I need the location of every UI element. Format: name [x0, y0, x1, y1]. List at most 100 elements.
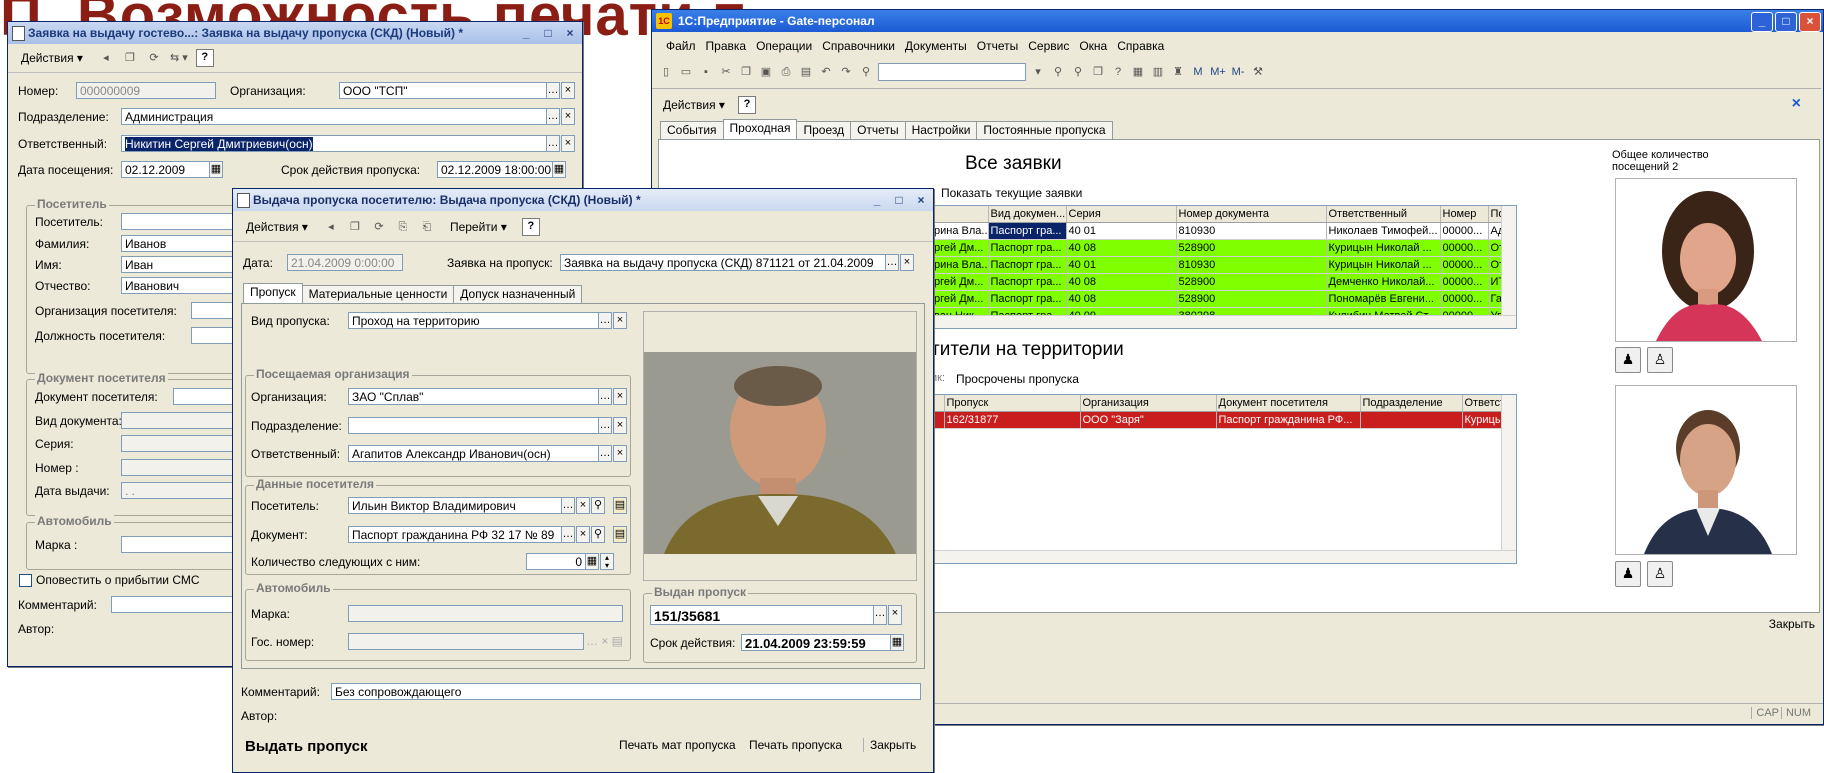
visitors-vscroll[interactable]: [1501, 395, 1516, 551]
undo-icon[interactable]: ↶: [818, 64, 834, 80]
clear-button[interactable]: ×: [576, 526, 590, 543]
menu-documents[interactable]: Документы: [905, 39, 967, 53]
unpost-icon[interactable]: ⎗: [419, 219, 435, 235]
calendar-icon[interactable]: ▦: [552, 161, 566, 178]
clear-button[interactable]: ×: [561, 135, 575, 152]
visitors-hscroll[interactable]: [932, 550, 1516, 563]
visitor-field[interactable]: [121, 213, 241, 230]
tab-material-values[interactable]: Материальные ценности: [301, 285, 455, 303]
cut-icon[interactable]: ✂: [718, 64, 734, 80]
tab-permanent-passes[interactable]: Постоянные пропуска: [976, 121, 1113, 139]
column-header[interactable]: [932, 206, 989, 223]
visitor-field[interactable]: Ильин Виктор Владимирович: [348, 497, 562, 514]
clear-button[interactable]: ×: [613, 445, 627, 462]
clear-button[interactable]: ×: [613, 388, 627, 405]
validity-field[interactable]: 21.04.2009 23:59:59: [741, 634, 891, 651]
surname-field[interactable]: Иванов: [121, 235, 241, 252]
menu-windows[interactable]: Окна: [1079, 39, 1107, 53]
calculator-icon[interactable]: ▦: [1130, 64, 1146, 80]
select-button[interactable]: …: [546, 82, 560, 99]
column-header[interactable]: Серия: [1066, 206, 1177, 223]
visit-date-field[interactable]: 02.12.2009: [121, 161, 210, 178]
back-icon[interactable]: ◂: [98, 50, 114, 66]
tab-events[interactable]: События: [660, 121, 724, 139]
calendar-icon[interactable]: ▦: [209, 161, 223, 178]
find-next-icon[interactable]: ⚲: [1050, 64, 1066, 80]
column-header[interactable]: Ответственный: [1326, 206, 1441, 223]
photo-person-icon[interactable]: ♙: [1647, 347, 1673, 373]
name-field[interactable]: Иван: [121, 256, 241, 273]
doc-type-field[interactable]: [121, 412, 241, 429]
new-icon[interactable]: ▯: [658, 64, 674, 80]
tab-settings[interactable]: Настройки: [904, 121, 978, 139]
tab-reports[interactable]: Отчеты: [850, 121, 906, 139]
series-field[interactable]: [121, 435, 241, 452]
maximize-button[interactable]: □: [1775, 12, 1797, 32]
select-button[interactable]: …: [885, 254, 899, 271]
clear-button[interactable]: ×: [900, 254, 914, 271]
select-button[interactable]: …: [561, 526, 575, 543]
paste-icon[interactable]: ▣: [758, 64, 774, 80]
plate-buttons[interactable]: … × ▤: [586, 634, 623, 648]
column-header[interactable]: Пропуск: [944, 395, 1081, 412]
table-row[interactable]: рина Вла... Паспорт гра... 40 01 810930 …: [932, 222, 1516, 240]
select-button[interactable]: …: [546, 108, 560, 125]
minimize-button[interactable]: _: [867, 192, 887, 210]
brand-field[interactable]: [348, 605, 623, 622]
clear-button[interactable]: ×: [888, 605, 902, 625]
close-window-button[interactable]: ×: [560, 25, 580, 43]
settings-icon[interactable]: ⚒: [1250, 64, 1266, 80]
plate-field[interactable]: [348, 633, 584, 650]
preview-icon[interactable]: ▤: [798, 64, 814, 80]
select-button[interactable]: …: [598, 417, 612, 434]
document-icon[interactable]: ▤: [613, 497, 627, 514]
document-field[interactable]: Паспорт гражданина РФ 32 17 № 89: [348, 526, 562, 543]
actions-dropdown[interactable]: Действия ▾: [14, 48, 90, 68]
column-header[interactable]: Номер документа: [1176, 206, 1327, 223]
photo-person-icon[interactable]: ♙: [1647, 561, 1673, 587]
redo-icon[interactable]: ↷: [838, 64, 854, 80]
issue-date-field[interactable]: . .: [121, 482, 241, 499]
column-header[interactable]: Организация: [1080, 395, 1217, 412]
search-icon[interactable]: ⚲: [591, 497, 605, 514]
clear-button[interactable]: ×: [561, 82, 575, 99]
dept-field[interactable]: [348, 417, 599, 434]
copy-icon[interactable]: ❐: [738, 64, 754, 80]
close-button[interactable]: Закрыть: [863, 738, 916, 752]
responsible-field[interactable]: Никитин Сергей Дмитриевич(осн): [121, 135, 547, 152]
refresh-icon[interactable]: ⟳: [146, 50, 162, 66]
memory-mplus-button[interactable]: M+: [1210, 64, 1226, 80]
menu-edit[interactable]: Правка: [706, 39, 747, 53]
print-icon[interactable]: ⎙: [778, 64, 794, 80]
table-row[interactable]: ргей Дм... Паспорт гра... 40 08 528900 П…: [932, 290, 1516, 308]
show-current-requests[interactable]: Показать текущие заявки: [941, 186, 1082, 200]
clear-button[interactable]: ×: [613, 312, 627, 329]
minimize-button[interactable]: _: [516, 25, 536, 43]
companions-field[interactable]: 0: [526, 553, 586, 570]
select-button[interactable]: …: [546, 135, 560, 152]
tab-checkpoint[interactable]: Проходная: [722, 119, 798, 139]
copy-icon[interactable]: ❐: [122, 50, 138, 66]
help-button[interactable]: ?: [521, 218, 540, 236]
expired-passes-filter[interactable]: Просрочены пропуска: [956, 372, 1079, 386]
select-button[interactable]: …: [598, 388, 612, 405]
brand-field[interactable]: [121, 536, 241, 553]
pass-number-field[interactable]: 151/35681: [650, 605, 874, 625]
select-button[interactable]: …: [873, 605, 887, 625]
actions-dropdown[interactable]: Действия ▾: [656, 95, 732, 115]
copy-icon[interactable]: ❐: [347, 219, 363, 235]
column-header[interactable]: Вид докумен...: [988, 206, 1067, 223]
photo-action-icon[interactable]: ♟: [1615, 347, 1641, 373]
photo-action-icon[interactable]: ♟: [1615, 561, 1641, 587]
refresh-icon[interactable]: ⟳: [371, 219, 387, 235]
requests-hscroll[interactable]: [932, 315, 1516, 328]
doc-number-field[interactable]: [121, 459, 241, 476]
find-icon[interactable]: ⚲: [858, 64, 874, 80]
maximize-button[interactable]: □: [538, 25, 558, 43]
post-icon[interactable]: ⎘: [395, 219, 411, 235]
org-field[interactable]: ЗАО "Сплав": [348, 388, 599, 405]
calculator-icon[interactable]: ▦: [585, 553, 599, 570]
date-field[interactable]: 21.04.2009 0:00:00: [287, 254, 403, 271]
pass-type-field[interactable]: Проход на территорию: [348, 312, 599, 329]
calendar-icon[interactable]: ▦: [890, 634, 904, 651]
